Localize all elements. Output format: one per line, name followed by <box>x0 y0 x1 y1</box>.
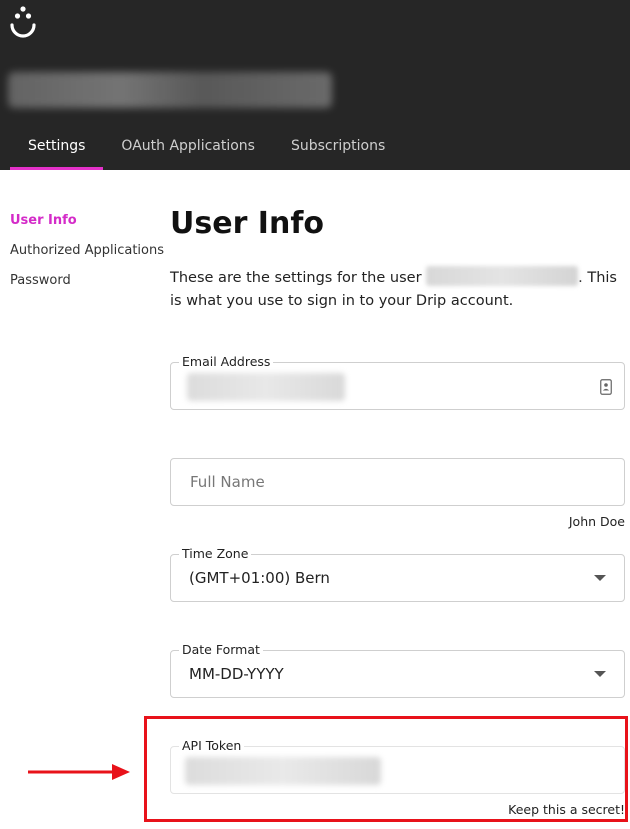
chevron-down-icon[interactable] <box>594 575 606 581</box>
redacted-username <box>426 266 579 286</box>
annotation-arrow-icon <box>28 764 130 780</box>
contact-card-icon[interactable] <box>600 379 612 395</box>
top-tabs: Settings OAuth Applications Subscription… <box>10 130 403 170</box>
full-name-helper: John Doe <box>568 514 625 529</box>
intro-text-before: These are the settings for the user <box>170 270 422 286</box>
settings-sidebar: User Info Authorized Applications Passwo… <box>10 212 170 302</box>
redacted-account-name <box>8 72 332 108</box>
date-format-select[interactable]: Date Format MM-DD-YYYY <box>170 642 625 698</box>
top-header: Settings OAuth Applications Subscription… <box>0 0 630 170</box>
page-title: User Info <box>170 206 324 241</box>
sidebar-item-user-info[interactable]: User Info <box>10 212 170 242</box>
time-zone-label: Time Zone <box>179 546 252 562</box>
time-zone-select[interactable]: Time Zone (GMT+01:00) Bern <box>170 546 625 602</box>
tab-oauth-applications[interactable]: OAuth Applications <box>103 130 273 170</box>
intro-text: These are the settings for the user . Th… <box>170 266 625 313</box>
full-name-placeholder: Full Name <box>190 473 265 491</box>
main-content: User Info These are the settings for the… <box>170 204 625 817</box>
redacted-email-value <box>187 373 345 401</box>
annotation-highlight-box <box>144 716 628 822</box>
sidebar-item-authorized-applications[interactable]: Authorized Applications <box>10 242 170 272</box>
drip-logo-icon[interactable] <box>8 4 38 40</box>
email-label: Email Address <box>179 354 274 370</box>
tab-settings[interactable]: Settings <box>10 130 104 170</box>
chevron-down-icon[interactable] <box>594 671 606 677</box>
tab-subscriptions[interactable]: Subscriptions <box>273 130 403 170</box>
full-name-field[interactable]: Full Name <box>170 458 625 506</box>
sidebar-item-password[interactable]: Password <box>10 272 170 302</box>
date-format-label: Date Format <box>179 642 263 658</box>
email-field[interactable]: Email Address <box>170 354 625 410</box>
time-zone-value: (GMT+01:00) Bern <box>189 569 330 587</box>
date-format-value: MM-DD-YYYY <box>189 665 284 683</box>
